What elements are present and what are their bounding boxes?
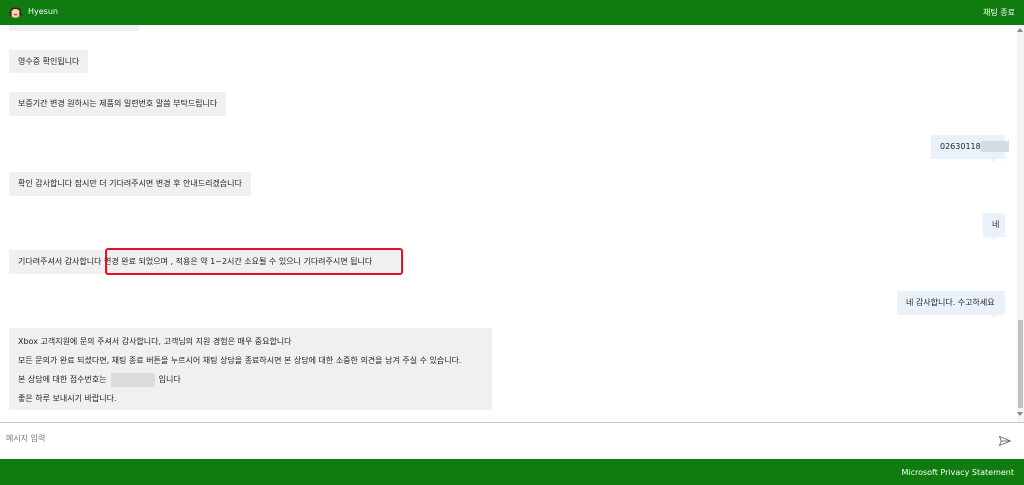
agent-message: 보증기간 변경 원하시는 제품의 일련번호 말씀 부탁드립니다 — [9, 92, 227, 116]
message-text: 영수증 확인됩니다 — [18, 57, 80, 66]
bubble-tail — [990, 159, 995, 163]
message-text: 네 감사합니다. 수고하세요 — [906, 298, 995, 307]
message-text: 02630118 — [940, 142, 981, 151]
agent-message: 영수증 확인됩니다 — [9, 50, 89, 73]
bubble-tail — [990, 237, 995, 241]
message-line: Xbox 고객지원에 문의 주셔서 감사합니다, 고객님의 지원 경험은 매우 … — [18, 337, 292, 346]
user-message: 네 감사합니다. 수고하세요 — [897, 291, 1005, 319]
message-text: 네 — [992, 220, 1000, 229]
user-message: 네 — [983, 213, 1005, 241]
message-text: 입니다 — [158, 375, 181, 384]
scroll-down-arrow-icon[interactable] — [1017, 412, 1023, 416]
agent-name: Hyesun — [28, 7, 58, 16]
agent-message-peek — [9, 25, 139, 31]
message-input-area — [0, 422, 1024, 459]
bubble-tail — [990, 315, 995, 319]
agent-closing-message: Xbox 고객지원에 문의 주셔서 감사합니다, 고객님의 지원 경험은 매우 … — [9, 328, 492, 410]
redacted-serial — [980, 141, 1009, 152]
privacy-statement-link[interactable]: Microsoft Privacy Statement — [901, 468, 1014, 477]
chat-header: Hyesun 채팅 종료 — [0, 0, 1024, 25]
end-chat-button[interactable]: 채팅 종료 — [983, 7, 1015, 18]
scrollbar-thumb[interactable] — [1018, 320, 1023, 408]
message-line: 좋은 하루 보내시기 바랍니다. — [18, 394, 117, 403]
redacted-case-number — [110, 372, 155, 387]
agent-avatar-icon — [9, 7, 22, 18]
send-icon[interactable] — [999, 436, 1011, 446]
message-line: 모든 문의가 완료 되셨다면, 채팅 종료 버튼을 누르시어 채팅 상담을 종료… — [18, 356, 462, 365]
message-text: 기다려주셔서 감사합니다 — [18, 257, 105, 266]
red-highlight-box — [105, 248, 403, 275]
message-line: 본 상담에 대한 접수번호는 입니다 — [18, 370, 483, 389]
message-text: 보증기간 변경 원하시는 제품의 일련번호 말씀 부탁드립니다 — [18, 99, 218, 108]
scroll-up-arrow-icon[interactable] — [1017, 28, 1023, 32]
message-text: 본 상담에 대한 접수번호는 — [18, 375, 107, 384]
message-text: 확인 감사합니다 잠시만 더 기다려주시면 변경 후 안내드리겠습니다 — [18, 179, 242, 188]
agent-message: 확인 감사합니다 잠시만 더 기다려주시면 변경 후 안내드리겠습니다 — [9, 172, 251, 196]
message-input[interactable] — [6, 430, 966, 446]
user-message: 02630118 — [931, 135, 1009, 163]
chat-transcript: 영수증 확인됩니다 보증기간 변경 원하시는 제품의 일련번호 말씀 부탁드립니… — [0, 25, 1024, 422]
page-footer: Microsoft Privacy Statement — [0, 459, 1024, 485]
